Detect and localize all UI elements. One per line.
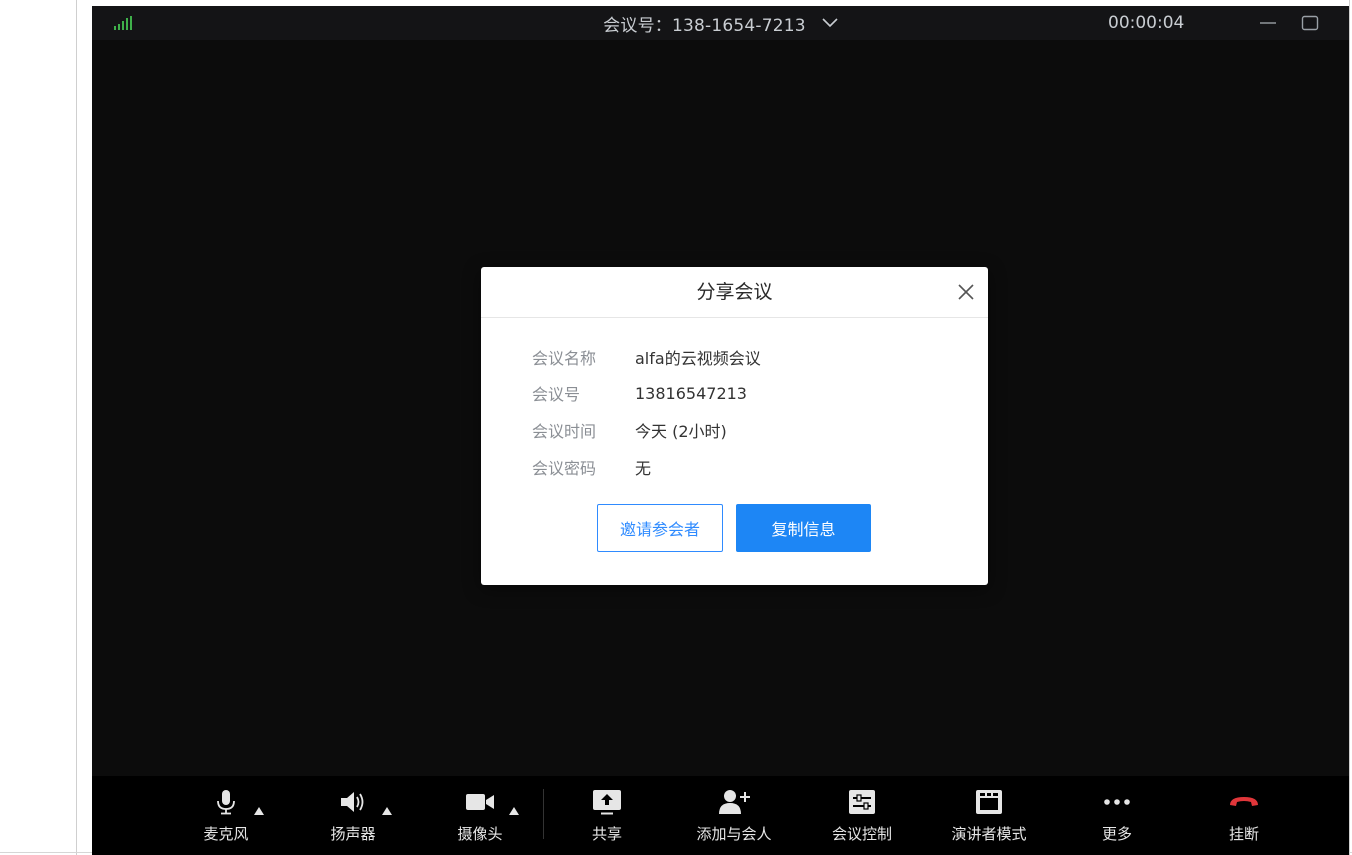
add-participant-button[interactable]: 添加与会人	[679, 776, 789, 855]
hang-up-button[interactable]: 挂断	[1189, 776, 1299, 855]
more-button[interactable]: 更多	[1062, 776, 1172, 855]
toolbar-divider	[543, 789, 544, 839]
hang-up-icon	[1230, 797, 1258, 806]
speaker-icon	[341, 792, 364, 812]
info-row-meeting-id: 会议号 13816547213	[532, 382, 747, 405]
toolbar-label: 扬声器	[330, 825, 376, 843]
maximize-icon[interactable]	[1298, 12, 1322, 34]
page-left-rule	[76, 0, 77, 855]
speaker-options-caret-icon[interactable]	[381, 806, 393, 816]
dialog-header: 分享会议	[481, 267, 988, 318]
toolbar-label: 摄像头	[457, 825, 503, 843]
copy-info-button[interactable]: 复制信息	[736, 504, 871, 552]
close-icon[interactable]	[954, 280, 978, 304]
info-value: 13816547213	[635, 383, 747, 403]
toolbar-label: 挂断	[1228, 825, 1259, 843]
chevron-down-icon	[822, 18, 838, 28]
toolbar-label: 更多	[1101, 825, 1132, 843]
share-meeting-dialog: 分享会议 会议名称 alfa的云视频会议 会议号 13816547213 会议时…	[481, 267, 988, 585]
microphone-icon	[217, 790, 235, 815]
meeting-control-icon	[849, 790, 875, 814]
meeting-toolbar: 麦克风 扬声器 摄像头 共享 添加与会人 会议控制 演讲者模式 更多 挂断	[92, 776, 1349, 855]
info-row-meeting-name: 会议名称 alfa的云视频会议	[532, 346, 761, 368]
more-icon	[1104, 799, 1130, 805]
share-screen-icon	[593, 790, 621, 815]
title-bar: 会议号：138-1654-7213 00:00:04	[92, 6, 1349, 40]
info-value: alfa的云视频会议	[635, 349, 761, 368]
meeting-control-button[interactable]: 会议控制	[807, 776, 917, 855]
minimize-icon[interactable]	[1256, 12, 1280, 34]
invite-participants-button[interactable]: 邀请参会者	[597, 504, 723, 552]
meeting-timer: 00:00:04	[1108, 13, 1185, 33]
info-row-meeting-password: 会议密码 无	[532, 456, 651, 478]
camera-icon	[466, 794, 494, 810]
speaker-mode-icon	[976, 790, 1002, 814]
toolbar-label: 麦克风	[203, 825, 249, 843]
microphone-options-caret-icon[interactable]	[253, 806, 265, 816]
info-key: 会议时间	[532, 422, 597, 441]
toolbar-label: 演讲者模式	[951, 825, 1027, 843]
info-value: 今天 (2小时)	[635, 422, 727, 441]
toolbar-label: 会议控制	[831, 825, 892, 843]
meeting-id-label: 会议号：138-1654-7213	[603, 15, 806, 36]
add-participant-icon	[719, 790, 750, 814]
toolbar-label: 共享	[591, 825, 622, 843]
meeting-window: 会议号：138-1654-7213 00:00:04 分享会议 会议名称 alf…	[92, 6, 1349, 855]
info-key: 会议密码	[532, 459, 597, 478]
info-value: 无	[635, 459, 652, 478]
info-row-meeting-time: 会议时间 今天 (2小时)	[532, 419, 727, 441]
speaker-mode-button[interactable]: 演讲者模式	[934, 776, 1044, 855]
dialog-title: 分享会议	[696, 281, 773, 303]
page-right-rule	[1349, 0, 1350, 855]
toolbar-label: 添加与会人	[696, 825, 772, 843]
info-key: 会议名称	[532, 349, 597, 368]
info-key: 会议号	[532, 385, 581, 404]
camera-options-caret-icon[interactable]	[508, 806, 520, 816]
share-button[interactable]: 共享	[552, 776, 662, 855]
